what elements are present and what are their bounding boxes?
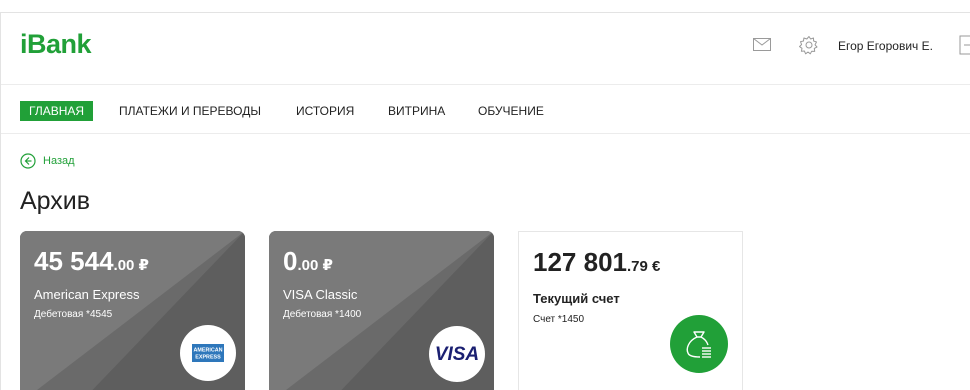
nav-item-showcase[interactable]: ВИТРИНА — [388, 101, 445, 121]
main-nav: ГЛАВНАЯ ПЛАТЕЖИ И ПЕРЕВОДЫ ИСТОРИЯ ВИТРИ… — [1, 86, 970, 134]
logout-icon[interactable] — [959, 35, 970, 55]
nav-item-main[interactable]: ГЛАВНАЯ — [20, 101, 94, 121]
logo[interactable]: iBank — [20, 29, 92, 60]
page-title: Архив — [20, 187, 91, 215]
nav-item-learning[interactable]: ОБУЧЕНИЕ — [478, 101, 544, 121]
card-balance: 45 544.00 ₽ — [34, 246, 149, 277]
user-name[interactable]: Егор Егорович Е. — [838, 39, 933, 53]
card-balance: 0.00 ₽ — [283, 246, 333, 277]
card-name: American Express — [34, 287, 140, 302]
back-arrow-icon — [20, 153, 36, 169]
card-amex[interactable]: 45 544.00 ₽ American Express Дебетовая *… — [20, 231, 245, 390]
amex-logo: AMERICAN EXPRESS — [180, 325, 236, 381]
balance-main: 45 544 — [34, 246, 114, 276]
nav-item-history[interactable]: ИСТОРИЯ — [296, 101, 354, 121]
amex-logo-text-top: AMERICAN — [193, 348, 222, 354]
card-subtitle: Дебетовая *4545 — [34, 309, 113, 320]
app-frame: iBank Егор Егорович Е. ГЛАВНАЯ ПЛАТЕЖИ И… — [0, 12, 970, 390]
visa-logo: VISA — [429, 326, 485, 382]
balance-main: 127 801 — [533, 247, 627, 277]
card-subtitle: Дебетовая *1400 — [283, 309, 362, 320]
gear-icon[interactable] — [799, 35, 819, 55]
balance-main: 0 — [283, 246, 298, 276]
header: iBank Егор Егорович Е. — [1, 13, 970, 85]
back-label: Назад — [43, 155, 75, 167]
account-number: Счет *1450 — [533, 314, 585, 325]
balance-fraction: .79 € — [626, 258, 661, 275]
account-balance: 127 801.79 € — [533, 247, 660, 278]
back-link[interactable]: Назад — [20, 153, 75, 169]
money-bag-icon — [670, 315, 728, 373]
visa-logo-text: VISA — [435, 344, 479, 365]
balance-fraction: .00 ₽ — [113, 257, 149, 274]
account-current[interactable]: 127 801.79 € Текущий счет Счет *1450 — [518, 231, 743, 390]
card-name: VISA Classic — [283, 287, 358, 302]
account-name: Текущий счет — [533, 291, 620, 306]
amex-logo-text-bottom: EXPRESS — [195, 355, 221, 361]
mail-icon[interactable] — [753, 38, 771, 51]
card-visa[interactable]: 0.00 ₽ VISA Classic Дебетовая *1400 VISA — [269, 231, 494, 390]
balance-fraction: .00 ₽ — [297, 257, 333, 274]
nav-item-payments[interactable]: ПЛАТЕЖИ И ПЕРЕВОДЫ — [119, 101, 261, 121]
